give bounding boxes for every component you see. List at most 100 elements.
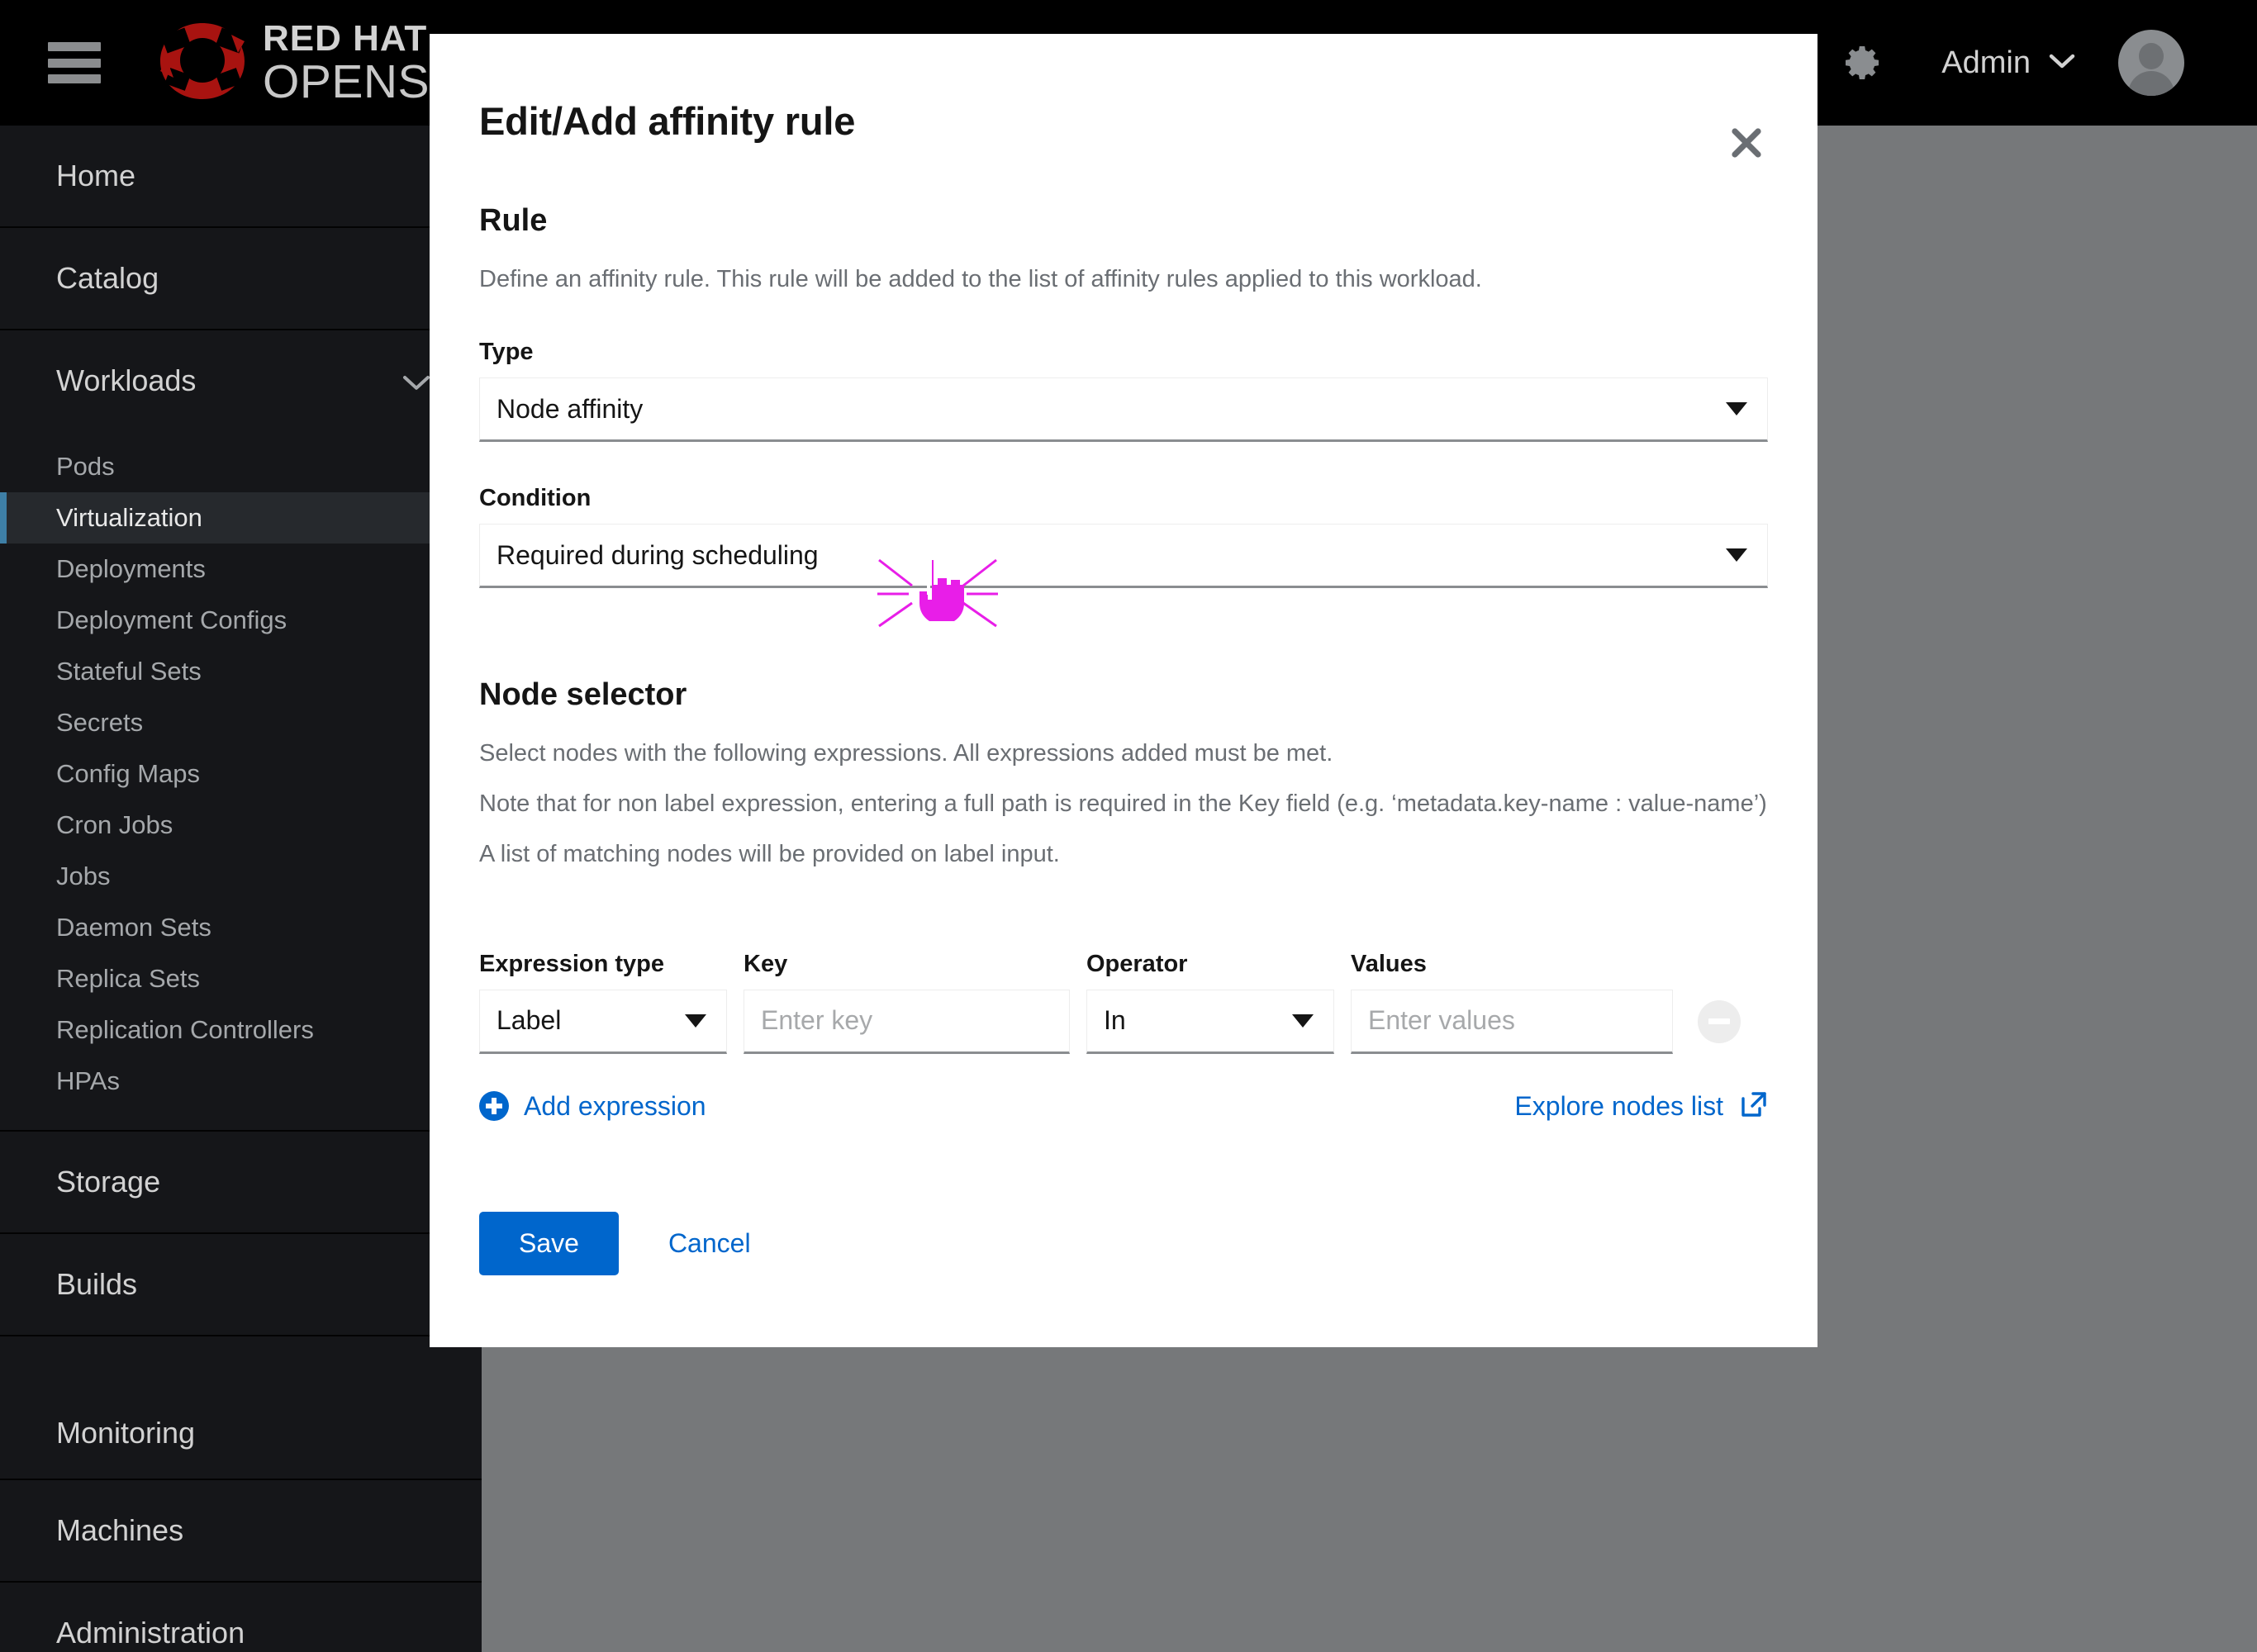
condition-select-value: Required during scheduling <box>497 539 819 570</box>
sidebar-item-label: Home <box>56 159 136 192</box>
sidebar-item-catalog[interactable]: Catalog <box>0 228 482 329</box>
sidebar-item-pods[interactable]: Pods <box>0 441 482 492</box>
sidebar-item-config-maps[interactable]: Config Maps <box>0 748 482 800</box>
hamburger-bar <box>48 74 101 83</box>
sidebar-item-replica-sets[interactable]: Replica Sets <box>0 953 482 1004</box>
sidebar-item-administration[interactable]: Administration <box>0 1583 482 1652</box>
edit-add-affinity-rule-modal: Edit/Add affinity rule Rule Define an af… <box>430 34 1817 1347</box>
expression-type-value: Label <box>497 1005 562 1036</box>
modal-actions: Save Cancel <box>479 1211 1768 1275</box>
sidebar-item-label: Replica Sets <box>56 964 201 993</box>
node-selector-heading: Node selector <box>479 677 687 713</box>
key-input[interactable]: Enter key <box>744 989 1070 1054</box>
sidebar-item-hpas[interactable]: HPAs <box>0 1056 482 1107</box>
plus-circle-icon <box>479 1091 509 1122</box>
chevron-down-icon <box>1726 402 1747 416</box>
sidebar-item-label: Jobs <box>56 862 111 890</box>
sidebar-workloads-items: Pods Virtualization Deployments Deployme… <box>0 431 482 1130</box>
add-expression-button[interactable]: Add expression <box>479 1091 706 1122</box>
sidebar-item-builds[interactable]: Builds <box>0 1234 482 1335</box>
sidebar-item-secrets[interactable]: Secrets <box>0 697 482 748</box>
sidebar-item-replication-controllers[interactable]: Replication Controllers <box>0 1004 482 1056</box>
column-header-operator: Operator <box>1086 950 1188 977</box>
sidebar-item-label: Daemon Sets <box>56 913 211 942</box>
sidebar-item-label: Machines <box>56 1513 184 1547</box>
node-selector-line-3: A list of matching nodes will be provide… <box>479 841 1060 868</box>
sidebar-item-label: Deployment Configs <box>56 605 287 634</box>
sidebar-section-workloads: Workloads Pods Virtualization Deployment… <box>0 330 482 1132</box>
column-header-expression-type: Expression type <box>479 950 665 977</box>
sidebar-section-storage: Storage <box>0 1132 482 1234</box>
type-select-value: Node affinity <box>497 393 644 424</box>
avatar[interactable] <box>2118 30 2184 96</box>
sidebar-item-label: HPAs <box>56 1066 120 1095</box>
sidebar-section-builds: Builds <box>0 1234 482 1336</box>
expression-links-row: Add expression Explore nodes list <box>479 1090 1768 1123</box>
sidebar-item-label: Virtualization <box>56 503 202 532</box>
sidebar-item-virtualization[interactable]: Virtualization <box>0 492 482 544</box>
hamburger-icon[interactable] <box>48 42 101 83</box>
close-icon[interactable] <box>1727 123 1766 163</box>
explore-nodes-list-link[interactable]: Explore nodes list <box>1514 1090 1768 1123</box>
sidebar-item-home[interactable]: Home <box>0 126 482 226</box>
sidebar-item-stateful-sets[interactable]: Stateful Sets <box>0 646 482 697</box>
sidebar-item-jobs[interactable]: Jobs <box>0 851 482 902</box>
sidebar-group-workloads[interactable]: Workloads <box>0 330 482 431</box>
sidebar-nav: Home Catalog Workloads Pods Virtualizati… <box>0 126 482 1652</box>
sidebar-item-cron-jobs[interactable]: Cron Jobs <box>0 800 482 851</box>
column-header-values: Values <box>1351 950 1427 977</box>
user-menu-label: Admin <box>1941 45 2031 80</box>
sidebar-item-storage[interactable]: Storage <box>0 1132 482 1232</box>
sidebar-item-label: Cron Jobs <box>56 810 173 839</box>
sidebar-item-label: Pods <box>56 452 115 481</box>
sidebar-item-monitoring[interactable]: Monitoring <box>0 1336 482 1479</box>
hamburger-bar <box>48 42 101 51</box>
rule-section-description: Define an affinity rule. This rule will … <box>479 266 1482 292</box>
sidebar-section-home: Home <box>0 126 482 228</box>
sidebar-item-label: Storage <box>56 1165 161 1199</box>
minus-bar <box>1708 1018 1730 1025</box>
chevron-down-icon <box>685 1014 706 1028</box>
chevron-down-icon <box>1726 548 1747 563</box>
condition-select[interactable]: Required during scheduling <box>479 524 1768 589</box>
sidebar-group-label: Workloads <box>56 363 197 397</box>
user-menu[interactable]: Admin <box>1908 30 2206 96</box>
sidebar-item-label: Secrets <box>56 708 144 737</box>
sidebar-item-label: Replication Controllers <box>56 1015 314 1044</box>
save-button[interactable]: Save <box>479 1211 619 1275</box>
values-input[interactable]: Enter values <box>1351 989 1673 1054</box>
sidebar-item-label: Builds <box>56 1267 138 1301</box>
sidebar-item-daemon-sets[interactable]: Daemon Sets <box>0 902 482 953</box>
minus-circle-icon[interactable] <box>1698 999 1741 1043</box>
values-input-placeholder: Enter values <box>1368 1005 1515 1036</box>
red-hat-logo-icon <box>149 17 256 109</box>
sidebar-item-machines[interactable]: Machines <box>0 1480 482 1581</box>
sidebar-item-label: Config Maps <box>56 759 201 788</box>
node-selector-line-2: Note that for non label expression, ente… <box>479 790 1767 818</box>
node-selector-line-1: Select nodes with the following expressi… <box>479 740 1333 767</box>
sidebar-section-monitoring: Monitoring <box>0 1336 482 1480</box>
chevron-down-icon <box>402 363 430 398</box>
rule-section-heading: Rule <box>479 203 548 238</box>
sidebar-item-deployment-configs[interactable]: Deployment Configs <box>0 595 482 646</box>
sidebar-section-catalog: Catalog <box>0 228 482 330</box>
expression-table-header: Expression type Key Operator Values <box>479 951 1768 978</box>
sidebar-item-label: Monitoring <box>56 1416 196 1450</box>
chevron-down-icon <box>1292 1014 1314 1028</box>
gear-icon[interactable] <box>1819 18 1908 107</box>
key-input-placeholder: Enter key <box>761 1005 873 1036</box>
type-field-label: Type <box>479 339 534 366</box>
chevron-down-icon <box>2049 53 2075 74</box>
sidebar-item-label: Stateful Sets <box>56 657 202 686</box>
external-link-icon <box>1740 1090 1768 1123</box>
type-select[interactable]: Node affinity <box>479 377 1768 443</box>
explore-nodes-list-label: Explore nodes list <box>1514 1090 1723 1121</box>
sidebar-section-machines: Machines <box>0 1480 482 1583</box>
sidebar-item-label: Deployments <box>56 554 206 583</box>
page-title: Edit/Add affinity rule <box>479 99 856 143</box>
expression-type-select[interactable]: Label <box>479 989 727 1054</box>
sidebar-item-deployments[interactable]: Deployments <box>0 544 482 595</box>
column-header-key: Key <box>744 950 788 977</box>
cancel-button[interactable]: Cancel <box>649 1212 771 1275</box>
operator-select[interactable]: In <box>1086 989 1334 1054</box>
